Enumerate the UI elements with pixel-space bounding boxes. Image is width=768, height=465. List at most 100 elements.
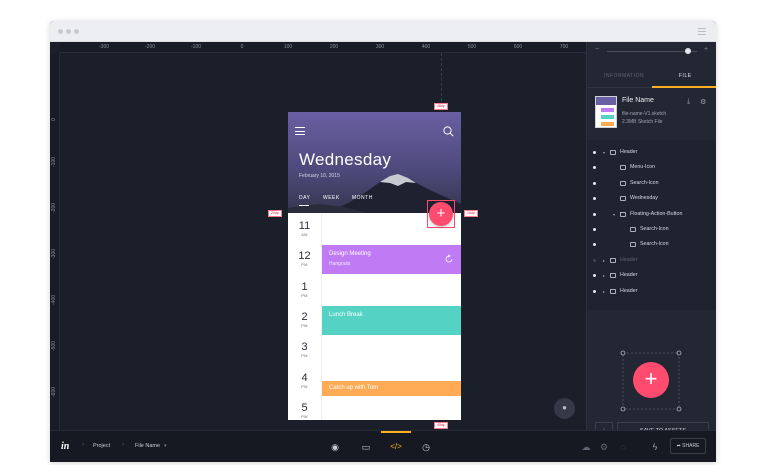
- tab-week[interactable]: WEEK: [323, 195, 340, 201]
- file-size: 2.3MB Sketch File: [622, 119, 663, 125]
- expand-toggle-icon[interactable]: ▾: [613, 207, 615, 222]
- folder-layer-icon: [610, 150, 616, 155]
- history-mode-icon[interactable]: ◷: [419, 440, 433, 454]
- zoom-in-icon[interactable]: +: [704, 46, 708, 53]
- layer-row[interactable]: Search-Icon: [587, 222, 716, 237]
- folder-layer-icon: [610, 257, 616, 263]
- invision-logo[interactable]: in: [61, 441, 69, 452]
- event-design-meeting[interactable]: Design Meeting Hangouts: [322, 245, 461, 274]
- visibility-dot[interactable]: [593, 228, 596, 231]
- tab-file[interactable]: FILE: [679, 73, 692, 79]
- breadcrumb-project[interactable]: Project: [93, 443, 110, 449]
- search-icon[interactable]: [443, 126, 454, 137]
- tab-day[interactable]: DAY: [299, 195, 310, 201]
- layer-row[interactable]: Wednesday: [587, 191, 716, 206]
- floating-action-button[interactable]: +: [429, 202, 453, 226]
- event-catch-up[interactable]: Catch up with Tom: [322, 381, 461, 396]
- file-filename: file-name-V1.sketch: [622, 111, 667, 117]
- image-layer-icon: [620, 165, 626, 171]
- ruler-vertical: 0-100-200-300-400-500-600-700: [50, 53, 60, 430]
- cloud-icon[interactable]: ☁: [579, 440, 593, 454]
- visibility-dot[interactable]: [593, 258, 596, 262]
- layers-list: ▾ Header Menu-Icon Search-Icon Wednesday ▾ Flo…: [587, 140, 716, 310]
- layer-row[interactable]: Search-Icon: [587, 237, 716, 252]
- ruler-tick-label: -200: [51, 202, 57, 213]
- zoom-slider-thumb[interactable]: [685, 48, 691, 54]
- folder-layer-icon: [620, 211, 626, 217]
- expand-toggle-icon[interactable]: ▾: [603, 145, 605, 160]
- file-thumbnail[interactable]: [595, 96, 617, 128]
- layer-label: Header: [620, 272, 638, 279]
- visibility-dot[interactable]: [593, 243, 596, 247]
- visibility-dot[interactable]: [593, 181, 596, 185]
- event-title: Lunch Break: [329, 312, 363, 318]
- ruler-tick-label: 200: [329, 44, 339, 50]
- download-icon[interactable]: ⤓: [687, 98, 690, 106]
- visibility-dot[interactable]: [593, 151, 596, 154]
- window-titlebar: [50, 21, 716, 42]
- window-minimize-dot[interactable]: [66, 29, 71, 34]
- image-layer-icon: [620, 180, 626, 186]
- expand-toggle-icon[interactable]: ▸: [603, 268, 605, 283]
- window-close-dot[interactable]: [58, 29, 63, 34]
- zoom-slider[interactable]: [607, 51, 697, 52]
- day-title: Wednesday: [299, 150, 392, 169]
- layer-row[interactable]: ▸ Header: [587, 253, 716, 268]
- layer-row[interactable]: ▾ Floating-Action-Button: [587, 207, 716, 222]
- refresh-icon[interactable]: [444, 254, 454, 264]
- ruler-horizontal: -300 -200 -100 0 100 200 300 400 500 600 700: [60, 42, 586, 53]
- layer-row[interactable]: ▸ Header: [587, 268, 716, 283]
- share-label: SHARE: [682, 443, 700, 449]
- ruler-tick-label: 700: [559, 44, 569, 50]
- event-subtitle: Hangouts: [329, 261, 351, 267]
- menu-icon[interactable]: [295, 127, 305, 135]
- preview-mode-icon[interactable]: ◉: [328, 440, 342, 454]
- layer-label: Search-Icon: [640, 241, 669, 248]
- breadcrumb-file[interactable]: File Name: [135, 443, 160, 449]
- visibility-dot[interactable]: [593, 274, 596, 278]
- tab-information[interactable]: INFORMATION: [604, 73, 644, 79]
- event-lunch-break[interactable]: Lunch Break: [322, 306, 461, 335]
- gear-icon[interactable]: ⚙: [700, 98, 706, 106]
- hour-label: 4 PM: [301, 372, 308, 389]
- hour-label: 1 PM: [301, 281, 308, 298]
- ruler-tick-label: -300: [51, 248, 57, 259]
- dimension-left: 20dp: [268, 210, 282, 217]
- panel-tabs: INFORMATION FILE: [587, 66, 716, 88]
- window-zoom-dot[interactable]: [74, 29, 79, 34]
- ruler-tick-label: 0: [240, 44, 244, 50]
- layer-row[interactable]: Menu-Icon: [587, 160, 716, 175]
- comment-button[interactable]: ●: [554, 398, 575, 419]
- expand-toggle-icon[interactable]: ▸: [603, 253, 605, 268]
- layer-row[interactable]: ▾ Header: [587, 145, 716, 160]
- spinner-icon[interactable]: ◌: [616, 440, 630, 454]
- gear-icon[interactable]: ⚙: [597, 440, 611, 454]
- zoom-out-icon[interactable]: −: [595, 46, 599, 53]
- expand-toggle-icon[interactable]: ▸: [603, 284, 605, 299]
- file-name: File Name: [622, 97, 654, 104]
- hour-label: 12 PM: [298, 250, 311, 267]
- share-button[interactable]: ➦ SHARE: [670, 438, 706, 454]
- visibility-dot[interactable]: [593, 289, 596, 293]
- tab-month[interactable]: MONTH: [352, 195, 373, 201]
- lightning-icon[interactable]: ϟ: [648, 440, 662, 454]
- layer-label: Header: [620, 256, 638, 263]
- inspect-mode-icon[interactable]: </>: [389, 440, 403, 454]
- layer-row[interactable]: ▸ Header: [587, 284, 716, 299]
- visibility-dot[interactable]: [593, 166, 596, 170]
- design-canvas[interactable]: -300 -200 -100 0 100 200 300 400 500 600 700 0 -100…: [50, 42, 586, 430]
- chevron-down-icon[interactable]: ▾: [164, 443, 167, 449]
- visibility-dot[interactable]: [593, 212, 596, 216]
- layer-label: Search-Icon: [640, 226, 669, 232]
- window-menu-icon[interactable]: [698, 28, 706, 35]
- artboard-calendar[interactable]: Wednesday February 10, 2015 DAY WEEK MON…: [288, 112, 461, 420]
- active-mode-indicator: [381, 431, 411, 433]
- visibility-dot[interactable]: [593, 197, 596, 201]
- layer-row[interactable]: Search-Icon: [587, 176, 716, 191]
- ruler-tick-label: 300: [375, 44, 385, 50]
- layer-label: Header: [620, 149, 638, 155]
- comment-mode-icon[interactable]: ▭: [359, 440, 373, 454]
- ruler-tick-label: -100: [190, 44, 202, 50]
- breadcrumb-separator: ›: [82, 442, 84, 448]
- ruler-tick-label: 400: [421, 44, 431, 50]
